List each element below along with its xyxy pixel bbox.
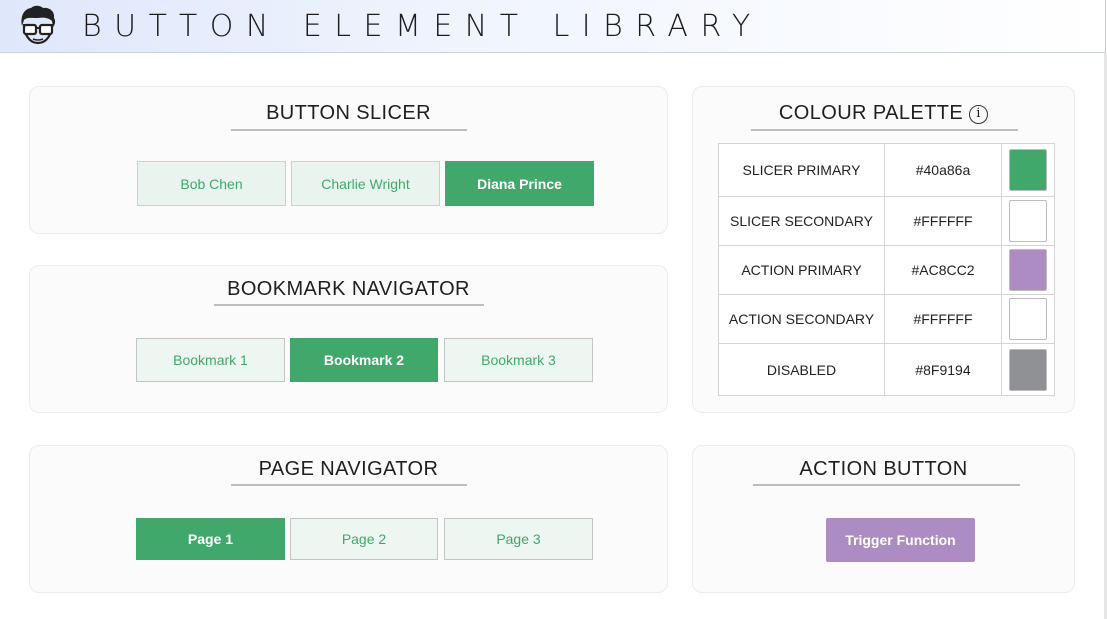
colour-palette-card: COLOUR PALETTE i SLICER PRIMARY #40a86a S…: [692, 86, 1075, 413]
colour-palette-title-row: COLOUR PALETTE i: [693, 102, 1074, 125]
action-button-title: ACTION BUTTON: [799, 458, 968, 480]
table-row: DISABLED #8F9194: [718, 343, 1055, 396]
colour-swatch: [1009, 200, 1047, 242]
colour-swatch: [1009, 348, 1047, 391]
page-header: BUTTON ELEMENT LIBRARY: [0, 0, 1106, 53]
info-icon[interactable]: i: [969, 105, 989, 124]
colour-swatch: [1009, 149, 1047, 191]
page-navigator-card: PAGE NAVIGATOR Page 1 Page 2 Page 3: [29, 445, 668, 593]
nerd-glasses-avatar-icon: [21, 5, 56, 45]
title-underline: [231, 484, 467, 486]
swatch-cell: [1001, 343, 1055, 396]
colour-name: SLICER PRIMARY: [718, 143, 885, 197]
action-button-card: ACTION BUTTON Trigger Function: [692, 445, 1075, 593]
title-underline: [214, 304, 484, 306]
app-title: BUTTON ELEMENT LIBRARY: [82, 9, 763, 44]
bookmark-navigator-card: BOOKMARK NAVIGATOR Bookmark 1 Bookmark 2…: [29, 265, 668, 413]
table-row: ACTION SECONDARY #FFFFFF: [718, 294, 1055, 344]
colour-name: SLICER SECONDARY: [718, 196, 885, 246]
bookmark-navigator-title: BOOKMARK NAVIGATOR: [227, 278, 470, 300]
trigger-function-button[interactable]: Trigger Function: [826, 518, 975, 562]
swatch-cell: [1001, 294, 1055, 344]
colour-swatch: [1009, 298, 1047, 340]
slicer-button-charlie-wright[interactable]: Charlie Wright: [291, 161, 440, 206]
title-underline: [231, 129, 467, 131]
title-underline: [751, 129, 1018, 131]
bookmark-1-button[interactable]: Bookmark 1: [136, 338, 285, 382]
table-row: ACTION PRIMARY #AC8CC2: [718, 245, 1055, 295]
colour-palette-title: COLOUR PALETTE: [778, 102, 964, 124]
colour-name: ACTION PRIMARY: [718, 245, 885, 295]
table-row: SLICER PRIMARY #40a86a: [718, 143, 1055, 197]
swatch-cell: [1001, 245, 1055, 295]
slicer-button-diana-prince[interactable]: Diana Prince: [445, 161, 594, 206]
page-1-button[interactable]: Page 1: [136, 518, 285, 560]
slicer-button-bob-chen[interactable]: Bob Chen: [137, 161, 286, 206]
button-slicer-title: BUTTON SLICER: [266, 102, 431, 124]
bookmark-2-button[interactable]: Bookmark 2: [290, 338, 438, 382]
title-underline: [753, 484, 1020, 486]
table-row: SLICER SECONDARY #FFFFFF: [718, 196, 1055, 246]
button-slicer-card: BUTTON SLICER Bob Chen Charlie Wright Di…: [29, 86, 668, 234]
colour-hex: #AC8CC2: [884, 245, 1002, 295]
bookmark-3-button[interactable]: Bookmark 3: [444, 338, 593, 382]
colour-hex: #8F9194: [884, 343, 1002, 396]
colour-hex: #40a86a: [884, 143, 1002, 197]
page-3-button[interactable]: Page 3: [444, 518, 593, 560]
page-navigator-title: PAGE NAVIGATOR: [258, 458, 439, 480]
colour-name: DISABLED: [718, 343, 885, 396]
colour-swatch: [1009, 249, 1047, 291]
page-2-button[interactable]: Page 2: [290, 518, 438, 560]
colour-name: ACTION SECONDARY: [718, 294, 885, 344]
colour-hex: #FFFFFF: [884, 196, 1002, 246]
colour-palette-table: SLICER PRIMARY #40a86a SLICER SECONDARY …: [718, 143, 1055, 396]
swatch-cell: [1001, 196, 1055, 246]
colour-hex: #FFFFFF: [884, 294, 1002, 344]
swatch-cell: [1001, 143, 1055, 197]
